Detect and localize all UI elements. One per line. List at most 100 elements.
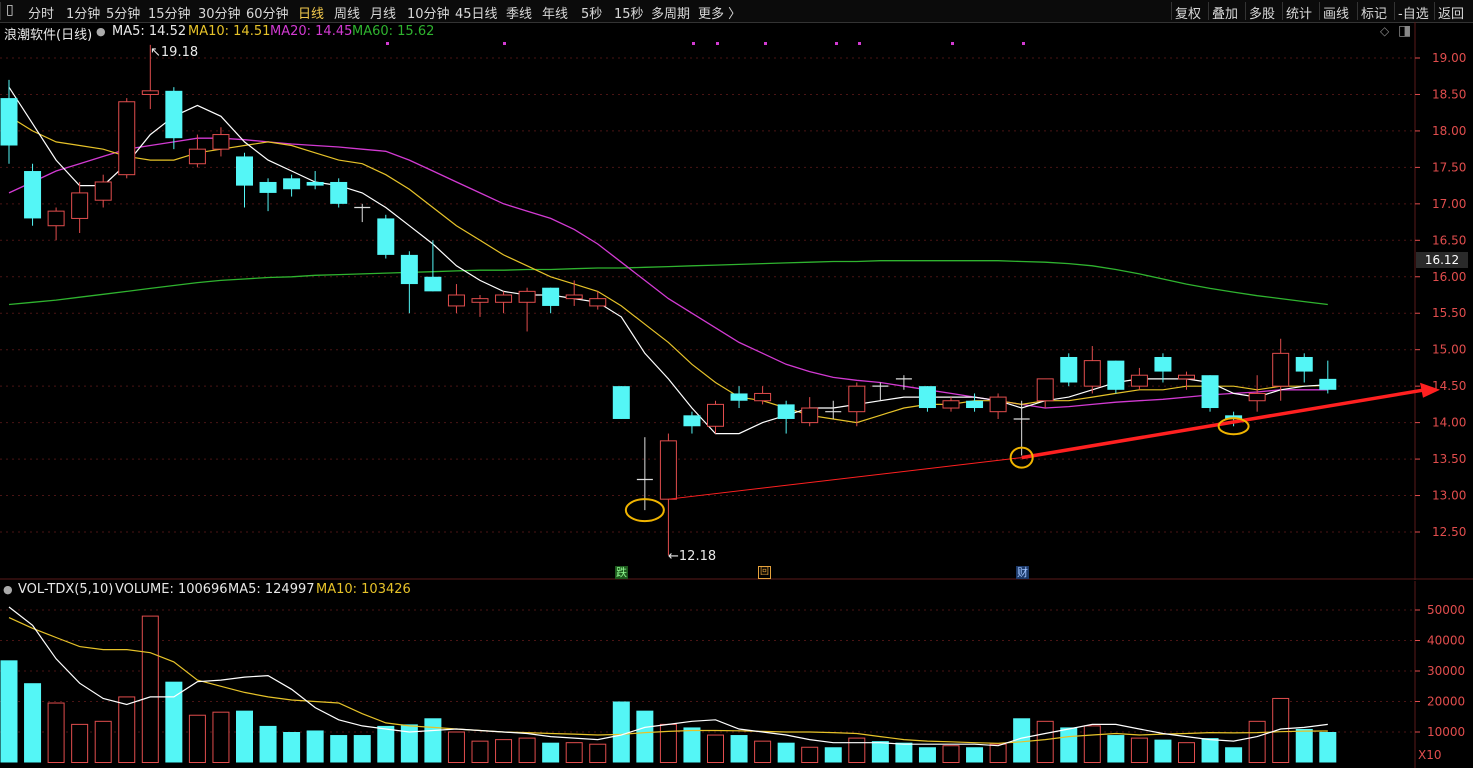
- volume-ma-lines: [8, 606, 1328, 747]
- volume-bar: [71, 723, 89, 763]
- action-5[interactable]: 标记: [1361, 3, 1387, 22]
- action-3[interactable]: 统计: [1286, 3, 1312, 22]
- candle-body: [330, 181, 348, 204]
- volume-bar: [612, 701, 630, 763]
- tab-timeframe-12[interactable]: 年线: [542, 3, 568, 22]
- candlestick: [612, 386, 630, 419]
- volume-bar: [824, 747, 842, 763]
- candlestick: [447, 284, 465, 314]
- volume-bar: [1295, 728, 1313, 763]
- tab-timeframe-9[interactable]: 10分钟: [407, 3, 450, 22]
- tab-timeframe-6[interactable]: 日线: [298, 3, 324, 22]
- toolbar-separator: [1245, 2, 1246, 20]
- candlestick: [589, 291, 607, 310]
- marker-box-icon[interactable]: 回: [758, 566, 772, 579]
- tab-timeframe-4[interactable]: 30分钟: [198, 3, 241, 22]
- candle-body: [518, 290, 536, 303]
- volume-chart[interactable]: 50000 40000 30000 20000 10000: [0, 581, 1473, 768]
- tab-timeframe-1[interactable]: 1分钟: [66, 3, 100, 22]
- action-1[interactable]: 叠加: [1212, 3, 1238, 22]
- tab-timeframe-11[interactable]: 季线: [506, 3, 532, 22]
- action-2[interactable]: 多股: [1249, 3, 1275, 22]
- candle-body: [47, 210, 65, 227]
- candle-body: [259, 181, 277, 193]
- price-tick-label: 17.00: [1432, 197, 1466, 211]
- candlestick: [659, 433, 677, 556]
- tab-timeframe-10[interactable]: 45日线: [455, 3, 498, 22]
- low-price-label: ←12.18: [668, 549, 717, 564]
- high-price-label: ↖19.18: [150, 45, 199, 60]
- candlestick: [1083, 346, 1101, 394]
- volume-bar: [1130, 737, 1148, 764]
- volume-bars: [0, 615, 1337, 764]
- candlestick: [1201, 375, 1219, 412]
- volume-bar: [989, 743, 1007, 763]
- volume-bar: [848, 737, 866, 764]
- candle-body: [212, 134, 230, 150]
- tab-timeframe-15[interactable]: 多周期: [651, 3, 690, 22]
- tab-timeframe-13[interactable]: 5秒: [581, 3, 602, 22]
- action-7[interactable]: 返回: [1438, 3, 1464, 22]
- volume-bar: [188, 714, 206, 764]
- volume-bar: [683, 727, 701, 763]
- volume-bar: [895, 742, 913, 763]
- volume-bar: [777, 742, 795, 763]
- candlestick: [330, 178, 348, 208]
- toolbar-left-edge: [0, 2, 1, 20]
- volume-bar: [801, 746, 819, 763]
- candlestick: [165, 87, 183, 150]
- tab-timeframe-2[interactable]: 5分钟: [106, 3, 140, 22]
- candle-body: [424, 276, 442, 292]
- tab-timeframe-16[interactable]: 更多 〉: [698, 3, 741, 22]
- event-dot: [386, 42, 389, 45]
- tab-timeframe-3[interactable]: 15分钟: [148, 3, 191, 22]
- candlestick: [71, 181, 89, 234]
- price-chart[interactable]: 19.00 18.50 18.00 17.50 17.00 16.50 16.00 15.50…: [0, 22, 1473, 580]
- volume-bar: [1225, 747, 1243, 763]
- tab-timeframe-5[interactable]: 60分钟: [246, 3, 289, 22]
- volume-bar: [966, 747, 984, 763]
- action-4[interactable]: 画线: [1323, 3, 1349, 22]
- volume-bar: [0, 660, 18, 763]
- tab-timeframe-8[interactable]: 月线: [370, 3, 396, 22]
- volume-bar: [236, 710, 253, 763]
- action-6[interactable]: -自选: [1398, 3, 1429, 22]
- volume-bar: [259, 725, 277, 763]
- candle-body: [966, 400, 984, 409]
- marker-die[interactable]: 跌: [615, 566, 628, 579]
- candle-body: [1319, 378, 1337, 390]
- tab-timeframe-14[interactable]: 15秒: [614, 3, 644, 22]
- candle-body: [1272, 352, 1290, 387]
- moving-average-lines: [8, 86, 1328, 435]
- volume-bar: [141, 615, 159, 763]
- candlestick: [354, 203, 371, 223]
- candle-body: [1178, 374, 1195, 380]
- panel-toggle-icon[interactable]: ▯: [6, 2, 14, 18]
- candle-body: [24, 171, 42, 219]
- candlestick: [565, 280, 583, 306]
- toolbar-separator: [1434, 2, 1435, 20]
- candle-body: [1201, 375, 1219, 409]
- candlestick: [236, 152, 253, 208]
- candle-body: [306, 181, 324, 186]
- marker-cai[interactable]: 财: [1016, 566, 1029, 579]
- candlestick: [259, 178, 277, 212]
- event-dot: [835, 42, 838, 45]
- candle-body: [801, 407, 819, 424]
- price-tick-label: 16.00: [1432, 270, 1466, 284]
- candlestick: [542, 287, 560, 314]
- candlestick: [24, 163, 42, 226]
- candlestick: [1295, 353, 1313, 383]
- candle-body: [942, 400, 960, 409]
- toolbar-separator: [1319, 2, 1320, 20]
- candlestick: [989, 393, 1007, 419]
- action-0[interactable]: 复权: [1175, 3, 1201, 22]
- candlestick: [1036, 378, 1054, 409]
- tab-timeframe-0[interactable]: 分时: [28, 3, 54, 22]
- candle-body: [71, 192, 89, 219]
- toolbar: ▯ 分时 1分钟 5分钟 15分钟 30分钟 60分钟 日线 周线 月线 10分钟 45日线 季线 年线…: [0, 0, 1473, 23]
- candlestick: [306, 171, 324, 190]
- tab-timeframe-7[interactable]: 周线: [334, 3, 360, 22]
- candlestick: [424, 240, 442, 292]
- volume-bar: [447, 731, 465, 763]
